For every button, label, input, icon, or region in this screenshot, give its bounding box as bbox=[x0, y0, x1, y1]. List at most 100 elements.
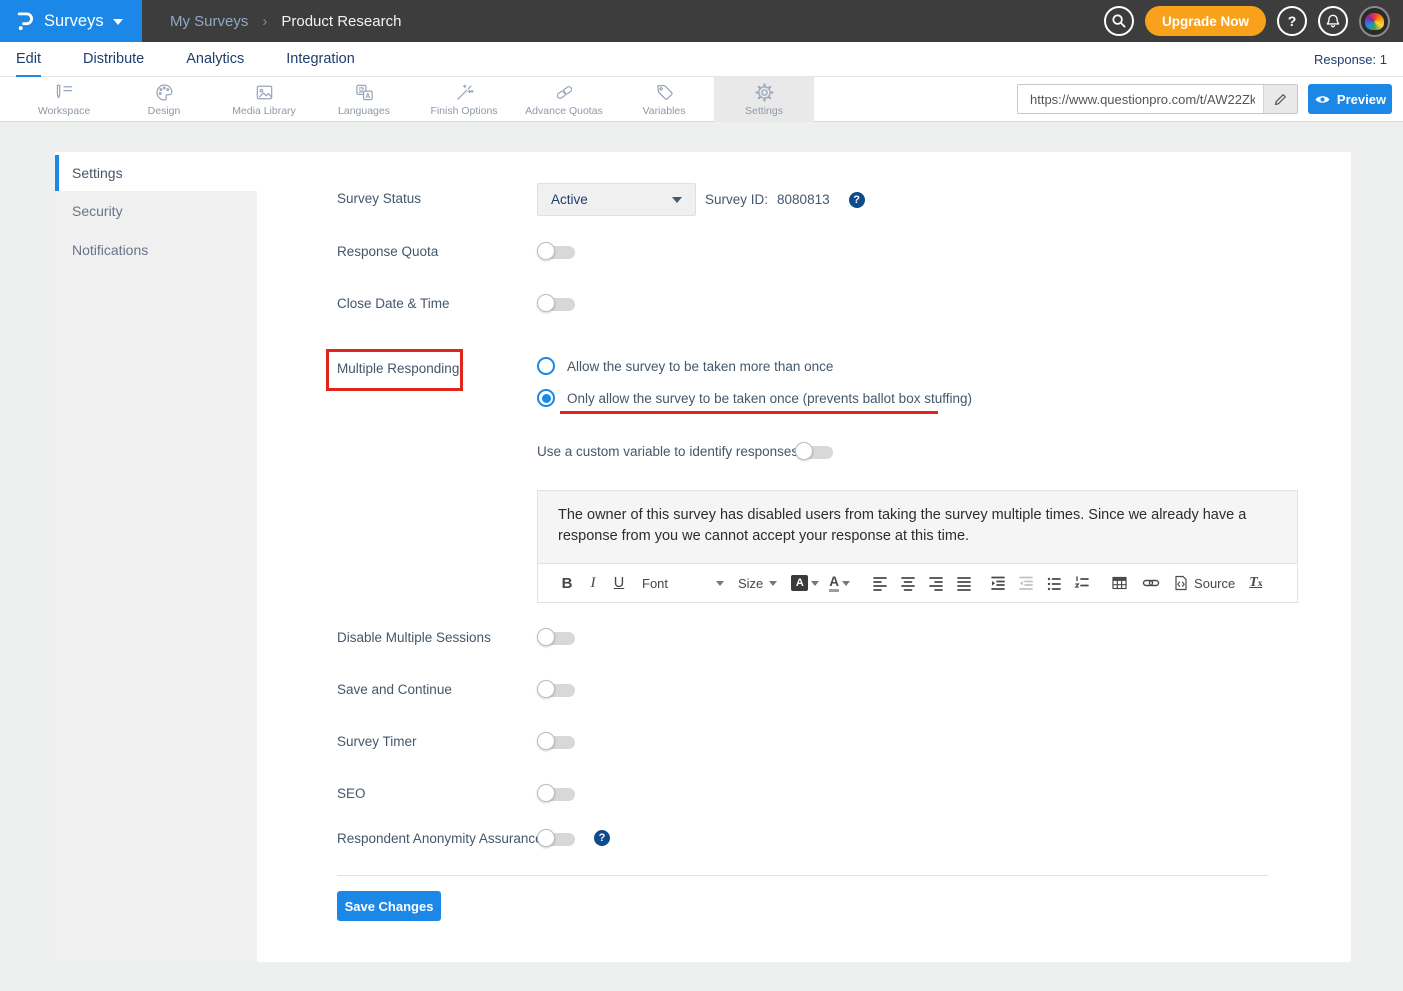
preview-button[interactable]: Preview bbox=[1308, 84, 1392, 114]
toolbar-item-media-library[interactable]: Media Library bbox=[214, 77, 314, 122]
bold-button[interactable]: B bbox=[554, 570, 580, 596]
sidebar-item-settings[interactable]: Settings bbox=[55, 155, 257, 191]
font-dropdown[interactable]: Font bbox=[642, 570, 724, 596]
save-changes-button[interactable]: Save Changes bbox=[337, 891, 441, 921]
align-right-icon bbox=[928, 575, 944, 591]
multiple-responding-label: Multiple Responding bbox=[337, 359, 459, 379]
underline-button[interactable]: U bbox=[606, 570, 632, 596]
tab-integration[interactable]: Integration bbox=[286, 42, 355, 77]
toggle-knob bbox=[537, 242, 555, 260]
custom-variable-label: Use a custom variable to identify respon… bbox=[537, 442, 798, 462]
user-avatar[interactable] bbox=[1359, 6, 1390, 37]
insert-link-button[interactable] bbox=[1134, 570, 1168, 596]
align-center-button[interactable] bbox=[894, 570, 922, 596]
tab-distribute[interactable]: Distribute bbox=[83, 42, 144, 77]
toolbar-item-label: Design bbox=[148, 105, 181, 117]
italic-button[interactable]: I bbox=[580, 570, 606, 596]
disable-sessions-label: Disable Multiple Sessions bbox=[337, 628, 491, 648]
numbered-list-button[interactable] bbox=[1068, 570, 1096, 596]
survey-status-select[interactable]: Active bbox=[537, 183, 696, 216]
toolbar-item-variables[interactable]: Variables bbox=[614, 77, 714, 122]
radio-option-take-once[interactable]: Only allow the survey to be taken once (… bbox=[537, 389, 972, 407]
questionpro-logo bbox=[16, 9, 35, 33]
close-date-label: Close Date & Time bbox=[337, 294, 450, 314]
anonymity-label: Respondent Anonymity Assurance bbox=[337, 829, 543, 849]
survey-status-label: Survey Status bbox=[337, 189, 421, 209]
toolbar-item-finish-options[interactable]: Finish Options bbox=[414, 77, 514, 122]
sidebar-item-notifications[interactable]: Notifications bbox=[55, 230, 257, 269]
close-date-toggle[interactable] bbox=[537, 294, 577, 314]
toolbar-item-design[interactable]: Design bbox=[114, 77, 214, 122]
palette-icon bbox=[154, 82, 175, 103]
help-button[interactable]: ? bbox=[1277, 6, 1307, 36]
chevron-down-icon bbox=[716, 581, 724, 586]
breadcrumb-parent[interactable]: My Surveys bbox=[170, 13, 248, 30]
source-button[interactable]: Source bbox=[1174, 570, 1235, 596]
bullet-list-button[interactable] bbox=[1040, 570, 1068, 596]
tab-analytics[interactable]: Analytics bbox=[186, 42, 244, 77]
background-color-button[interactable]: A bbox=[791, 570, 819, 596]
search-button[interactable] bbox=[1104, 6, 1134, 36]
workspace-icon bbox=[54, 82, 75, 103]
save-continue-toggle[interactable] bbox=[537, 680, 577, 700]
align-center-icon bbox=[900, 575, 916, 591]
toolbar-item-label: Variables bbox=[643, 105, 686, 117]
breadcrumb-current: Product Research bbox=[281, 13, 401, 30]
header-actions: Upgrade Now ? bbox=[1104, 6, 1403, 37]
survey-timer-label: Survey Timer bbox=[337, 732, 417, 752]
seo-label: SEO bbox=[337, 784, 366, 804]
bullet-list-icon bbox=[1046, 575, 1062, 591]
justify-icon bbox=[956, 575, 972, 591]
anonymity-toggle[interactable] bbox=[537, 829, 577, 849]
image-icon bbox=[254, 82, 275, 103]
sidebar-item-label: Settings bbox=[72, 165, 123, 181]
translate-icon bbox=[354, 82, 375, 103]
survey-id-help-icon[interactable]: ? bbox=[849, 192, 865, 208]
toolbar-item-workspace[interactable]: Workspace bbox=[14, 77, 114, 122]
radio-unselected-icon bbox=[537, 357, 555, 375]
toolbar-item-advance-quotas[interactable]: Advance Quotas bbox=[514, 77, 614, 122]
save-continue-label: Save and Continue bbox=[337, 680, 452, 700]
anonymity-help-icon[interactable]: ? bbox=[594, 830, 610, 846]
chevron-down-icon bbox=[113, 19, 123, 25]
text-color-button[interactable]: A bbox=[829, 570, 850, 596]
product-switcher[interactable]: Surveys bbox=[0, 0, 142, 42]
response-count[interactable]: Response: 1 bbox=[1314, 52, 1387, 67]
source-doc-icon bbox=[1174, 575, 1188, 591]
upgrade-now-button[interactable]: Upgrade Now bbox=[1145, 6, 1266, 36]
editor-message-text[interactable]: The owner of this survey has disabled us… bbox=[538, 491, 1297, 563]
sidebar-item-security[interactable]: Security bbox=[55, 191, 257, 230]
toolbar-item-label: Finish Options bbox=[430, 105, 497, 117]
toolbar-item-settings[interactable]: Settings bbox=[714, 77, 814, 122]
notifications-button[interactable] bbox=[1318, 6, 1348, 36]
size-dropdown[interactable]: Size bbox=[738, 570, 777, 596]
disable-sessions-toggle[interactable] bbox=[537, 628, 577, 648]
top-navigation-bar: Surveys My Surveys › Product Research Up… bbox=[0, 0, 1403, 42]
remove-format-button[interactable]: Tx bbox=[1249, 570, 1262, 596]
seo-toggle[interactable] bbox=[537, 784, 577, 804]
toolbar-item-languages[interactable]: Languages bbox=[314, 77, 414, 122]
chevron-down-icon bbox=[811, 581, 819, 586]
increase-indent-button[interactable] bbox=[984, 570, 1012, 596]
align-left-button[interactable] bbox=[866, 570, 894, 596]
justify-button[interactable] bbox=[950, 570, 978, 596]
eye-icon bbox=[1314, 93, 1331, 106]
response-quota-toggle[interactable] bbox=[537, 242, 577, 262]
chevron-right-icon: › bbox=[262, 13, 267, 30]
settings-card: Settings Security Notifications Survey S… bbox=[55, 152, 1351, 962]
survey-url-input[interactable] bbox=[1018, 85, 1263, 113]
insert-table-button[interactable] bbox=[1104, 570, 1134, 596]
radio-option-allow-multiple[interactable]: Allow the survey to be taken more than o… bbox=[537, 357, 833, 375]
chevron-down-icon bbox=[842, 581, 850, 586]
preview-label: Preview bbox=[1337, 92, 1386, 107]
sidebar-inactive-area: Security Notifications bbox=[55, 191, 257, 962]
font-dropdown-label: Font bbox=[642, 576, 668, 591]
tab-edit[interactable]: Edit bbox=[16, 42, 41, 77]
toggle-knob bbox=[537, 628, 555, 646]
decrease-indent-button[interactable] bbox=[1012, 570, 1040, 596]
survey-timer-toggle[interactable] bbox=[537, 732, 577, 752]
custom-variable-toggle[interactable] bbox=[795, 442, 835, 462]
toggle-knob bbox=[537, 829, 555, 847]
edit-url-button[interactable] bbox=[1263, 85, 1297, 113]
align-right-button[interactable] bbox=[922, 570, 950, 596]
